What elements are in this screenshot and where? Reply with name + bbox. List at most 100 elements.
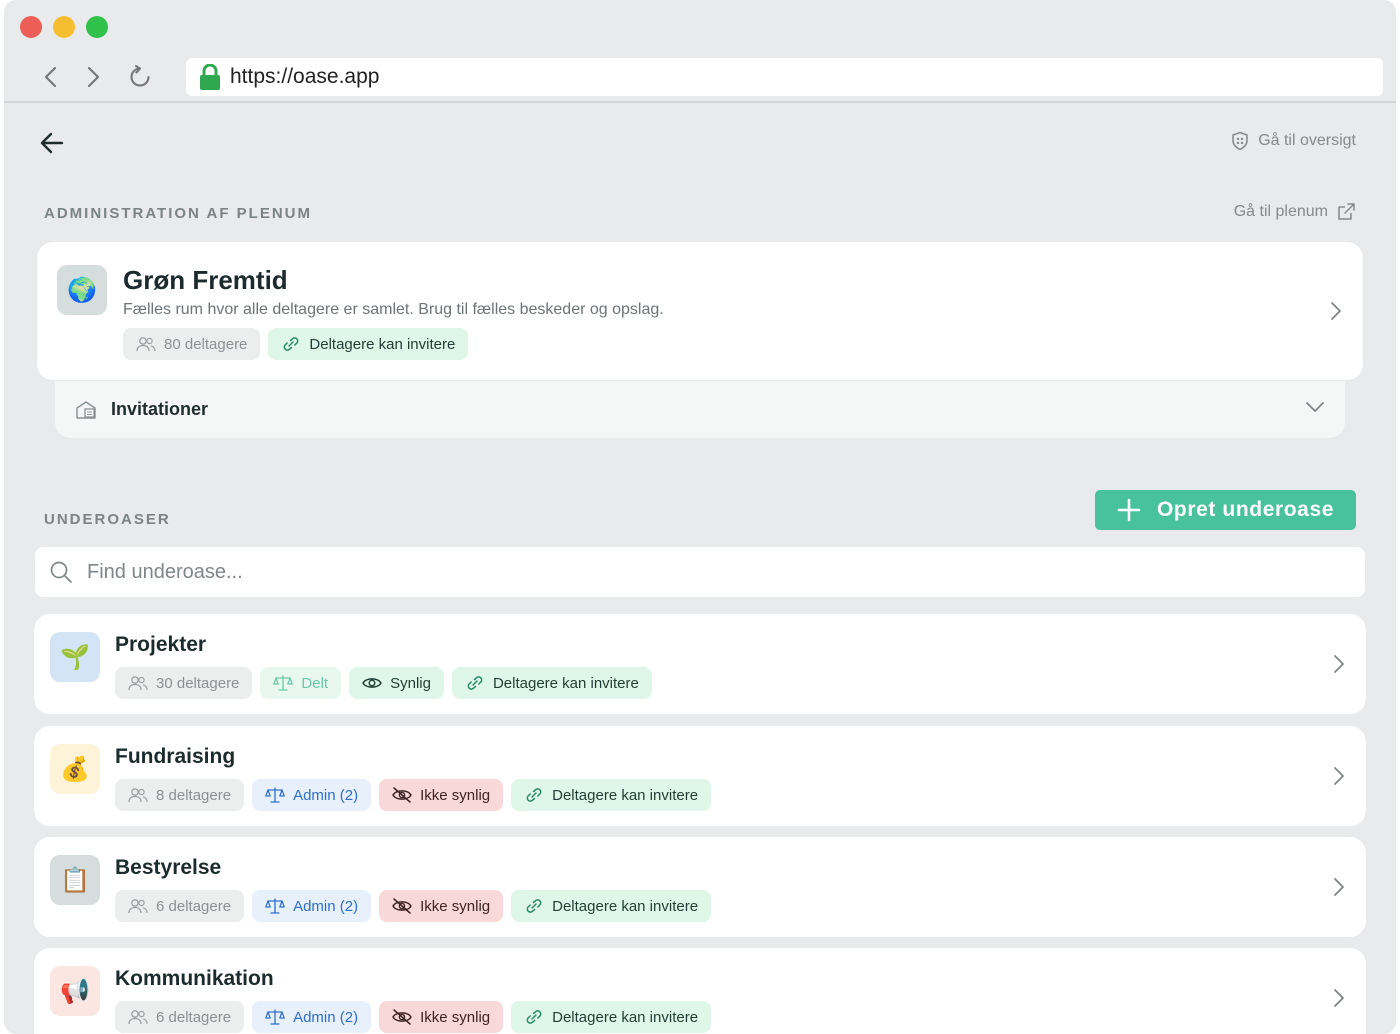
back-button[interactable] — [38, 129, 66, 157]
role-badge: Admin (2) — [252, 890, 372, 922]
users-icon — [128, 676, 148, 691]
arrow-left-icon — [40, 132, 64, 154]
suboasis-badges: 6 deltagere Admin (2) Ikke synlig Deltagere… — [115, 890, 712, 922]
scales-icon — [265, 898, 285, 914]
invite-badge: Deltagere kan invitere — [451, 667, 652, 699]
participants-count: 8 deltagere — [156, 786, 232, 804]
users-icon — [128, 899, 148, 914]
address-bar[interactable]: https://oase.app — [186, 58, 1383, 96]
role-badge: Admin (2) — [252, 1001, 372, 1033]
role-badge: Admin (2) — [252, 779, 372, 811]
suboasis-emoji: 🌱 — [60, 643, 90, 671]
users-icon — [128, 788, 148, 803]
suboasis-title: Bestyrelse — [115, 856, 222, 879]
suboasis-title: Fundraising — [115, 745, 236, 768]
plenum-section-title: ADMINISTRATION AF PLENUM — [44, 205, 312, 222]
create-suboasis-button[interactable]: Opret underoase — [1095, 490, 1356, 530]
suboasis-emoji: 💰 — [60, 755, 90, 783]
participants-count: 80 deltagere — [164, 335, 248, 353]
eye-off-icon — [392, 898, 412, 914]
suboasis-title: Kommunikation — [115, 967, 274, 990]
link-icon — [283, 337, 299, 351]
users-icon — [128, 1010, 148, 1025]
participants-count: 30 deltagere — [156, 674, 240, 692]
visibility-badge: Ikke synlig — [379, 1001, 504, 1033]
participants-badge: 8 deltagere — [115, 779, 245, 811]
link-icon — [467, 676, 483, 690]
chevron-right-icon — [87, 66, 100, 88]
shield-icon — [1232, 131, 1248, 151]
chevron-right-icon[interactable] — [1332, 654, 1346, 674]
plenum-description: Fælles rum hvor alle deltagere er samlet… — [123, 301, 664, 318]
external-link-icon — [1338, 203, 1355, 220]
visibility-label: Ikke synlig — [420, 786, 491, 804]
megaphone-icon: 📢 — [50, 966, 100, 1016]
invite-badge: Deltagere kan invitere — [511, 779, 712, 811]
role-label: Admin (2) — [293, 1008, 359, 1026]
invite-badge-label: Deltagere kan invitere — [552, 897, 699, 915]
role-badge: Delt — [260, 667, 342, 699]
browser-forward-button[interactable] — [80, 63, 108, 91]
invitations-accordion[interactable]: Invitationer — [55, 381, 1345, 438]
role-label: Admin (2) — [293, 786, 359, 804]
goto-overview-link[interactable]: Gå til oversigt — [1230, 131, 1356, 151]
invite-badge: Deltagere kan invitere — [511, 1001, 712, 1033]
suboasis-emoji: 📢 — [60, 977, 90, 1005]
scales-icon — [265, 787, 285, 803]
search-icon — [50, 561, 72, 583]
suboasis-badges: 6 deltagere Admin (2) Ikke synlig Deltagere… — [115, 1001, 712, 1033]
plenum-badges: 80 deltagere Deltagere kan invitere — [123, 328, 469, 360]
visibility-label: Ikke synlig — [420, 1008, 491, 1026]
chevron-right-icon[interactable] — [1332, 766, 1346, 786]
maximize-window-button[interactable] — [86, 16, 108, 38]
window-controls — [20, 16, 108, 38]
invitations-label: Invitationer — [111, 399, 209, 419]
url-text: https://oase.app — [230, 65, 380, 88]
suboasis-emoji: 📋 — [60, 866, 90, 894]
scales-icon — [273, 675, 294, 691]
minimize-window-button[interactable] — [53, 16, 75, 38]
browser-back-button[interactable] — [36, 63, 64, 91]
seedling-icon: 🌱 — [50, 632, 100, 682]
invite-badge: Deltagere kan invitere — [268, 328, 469, 360]
invite-badge: Deltagere kan invitere — [511, 890, 712, 922]
invite-badge-label: Deltagere kan invitere — [552, 786, 699, 804]
scales-icon — [265, 1009, 285, 1025]
chevron-right-icon[interactable] — [1329, 301, 1343, 321]
eye-off-icon — [392, 1009, 412, 1025]
close-window-button[interactable] — [20, 16, 42, 38]
plenum-title: Grøn Fremtid — [123, 265, 288, 295]
chrome-divider — [4, 101, 1396, 103]
suboasis-title: Projekter — [115, 633, 207, 656]
search-bar[interactable] — [35, 547, 1365, 597]
suboasis-card[interactable]: 🌱 Projekter 30 deltagere Delt Synlig Deltager… — [34, 614, 1366, 714]
visibility-badge: Ikke synlig — [379, 890, 504, 922]
chevron-right-icon[interactable] — [1332, 877, 1346, 897]
suboasis-card[interactable]: 📢 Kommunikation 6 deltagere Admin (2) Ikke s… — [34, 948, 1366, 1034]
participants-badge: 6 deltagere — [115, 890, 245, 922]
participants-badge: 6 deltagere — [115, 1001, 245, 1033]
earth-globe-icon: 🌍 — [57, 265, 107, 315]
users-icon — [136, 337, 156, 352]
browser-reload-button[interactable] — [126, 63, 154, 91]
suboasis-card[interactable]: 💰 Fundraising 8 deltagere Admin (2) Ikke syn… — [34, 726, 1366, 826]
envelope-icon — [76, 400, 96, 419]
eye-icon — [362, 678, 382, 688]
lock-icon — [200, 64, 220, 90]
reload-icon — [130, 65, 150, 87]
goto-plenum-link[interactable]: Gå til plenum — [1234, 202, 1356, 222]
eye-off-icon — [392, 787, 412, 803]
suboases-section-title: UNDEROASER — [44, 511, 171, 528]
goto-plenum-label: Gå til plenum — [1233, 203, 1328, 220]
invite-badge-label: Deltagere kan invitere — [552, 1008, 699, 1026]
money-bag-icon: 💰 — [50, 744, 100, 794]
search-input[interactable] — [87, 560, 1287, 584]
suboasis-card[interactable]: 📋 Bestyrelse 6 deltagere Admin (2) Ikke synl… — [34, 837, 1366, 937]
visibility-badge: Ikke synlig — [379, 779, 504, 811]
invite-badge-label: Deltagere kan invitere — [309, 335, 456, 353]
chevron-right-icon[interactable] — [1332, 988, 1346, 1008]
plenum-emoji: 🌍 — [67, 276, 97, 304]
participants-count: 6 deltagere — [156, 897, 232, 915]
link-icon — [526, 899, 542, 913]
plenum-card[interactable]: 🌍 Grøn Fremtid Fælles rum hvor alle delt… — [37, 242, 1363, 380]
